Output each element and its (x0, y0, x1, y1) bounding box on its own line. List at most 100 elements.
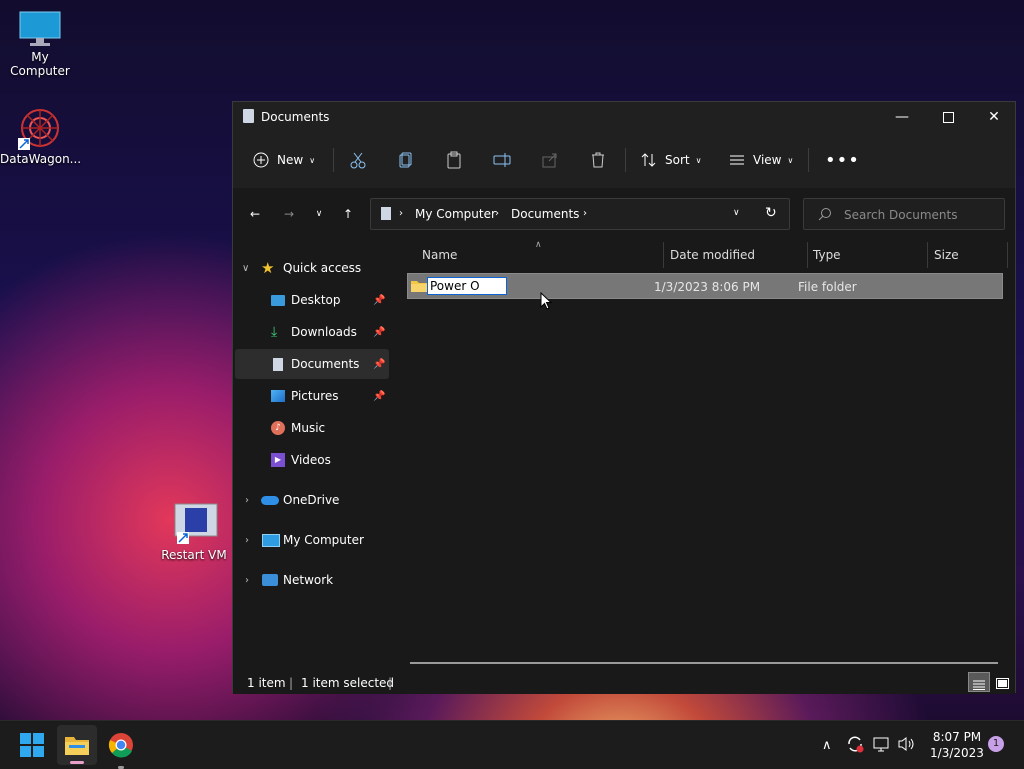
column-header-type[interactable]: Type (813, 240, 841, 270)
status-bar: 1 item | 1 item selected | (233, 670, 1015, 694)
close-button[interactable]: ✕ (971, 102, 1017, 132)
ellipsis-icon: ••• (825, 149, 860, 171)
navigation-bar: ← → ∨ ↑ › My Computer › Documents › ∨ ↻ … (233, 188, 1015, 240)
column-divider[interactable] (663, 242, 664, 268)
sidebar-item-label: Network (283, 573, 334, 587)
music-icon: ♪ (271, 421, 285, 435)
document-icon (381, 207, 391, 220)
refresh-icon[interactable]: ↻ (765, 205, 777, 221)
pin-icon[interactable]: 📌 (373, 327, 385, 338)
sidebar-item-label: Music (291, 421, 326, 435)
column-divider[interactable] (1007, 242, 1008, 268)
address-history-chevron-icon[interactable]: ∨ (733, 208, 740, 218)
sort-button[interactable]: Sort ∨ (641, 132, 701, 188)
sort-icon (641, 152, 657, 168)
paste-button[interactable] (445, 132, 463, 188)
sidebar-item-desktop[interactable]: Desktop 📌 (233, 285, 387, 315)
sidebar-item-my-computer[interactable]: › My Computer (233, 525, 387, 555)
sidebar-item-videos[interactable]: ▶ Videos (233, 445, 387, 475)
toolbar-divider (625, 148, 626, 172)
taskbar-chrome[interactable] (108, 732, 134, 769)
breadcrumb-separator-icon: › (399, 208, 403, 219)
sidebar-item-label: Downloads (291, 325, 357, 339)
file-list: ∧ Name Date modified Type Size Power O 1… (390, 240, 1015, 670)
clock-time: 8:07 PM (932, 730, 982, 744)
sync-status-button[interactable] (846, 721, 864, 769)
desktop-icon-my-computer[interactable]: My Computer (0, 10, 80, 78)
chevron-down-icon: ∨ (315, 209, 323, 219)
maximize-icon (942, 111, 954, 123)
pin-icon[interactable]: 📌 (373, 295, 385, 306)
document-icon (273, 357, 283, 371)
title-bar[interactable]: Documents — ✕ (233, 102, 1015, 132)
delete-button[interactable] (589, 132, 607, 188)
new-label: New (277, 153, 304, 167)
show-hidden-icons-button[interactable]: ∧ (822, 721, 832, 769)
restart-vm-icon (169, 502, 219, 546)
monitor-icon (18, 10, 62, 48)
desktop-icon-datawagon[interactable]: DataWagon... (0, 106, 81, 166)
maximize-button[interactable] (925, 102, 971, 132)
column-header-name[interactable]: Name (422, 240, 457, 270)
rename-button[interactable] (493, 132, 511, 188)
notification-badge[interactable]: 1 (988, 736, 1004, 752)
breadcrumb-documents[interactable]: Documents (511, 207, 579, 221)
column-divider[interactable] (927, 242, 928, 268)
datawagon-logo-icon (16, 106, 64, 150)
document-icon (243, 109, 254, 123)
copy-button[interactable] (397, 132, 415, 188)
forward-button[interactable]: → (277, 203, 301, 225)
pin-icon[interactable]: 📌 (373, 359, 385, 370)
breadcrumb-separator-icon: › (583, 208, 587, 219)
tiles-view-button[interactable] (991, 672, 1013, 692)
clock-date: 1/3/2023 (930, 746, 984, 760)
network-monitor-icon (873, 736, 891, 755)
new-button[interactable]: New ∨ (253, 132, 315, 188)
more-options-button[interactable]: ••• (825, 132, 860, 188)
cut-button[interactable] (349, 132, 367, 188)
horizontal-scrollbar[interactable] (410, 662, 998, 664)
sidebar-item-pictures[interactable]: Pictures 📌 (233, 381, 387, 411)
windows-logo-icon (20, 733, 44, 760)
sidebar-item-quick-access[interactable]: ∨ ★ Quick access (233, 253, 387, 283)
taskbar-file-explorer[interactable] (57, 725, 97, 765)
minimize-icon: — (895, 109, 909, 125)
arrow-right-icon: → (283, 207, 295, 221)
column-divider[interactable] (807, 242, 808, 268)
type-cell: File folder (798, 280, 857, 294)
address-bar[interactable]: › My Computer › Documents › ∨ ↻ (370, 198, 790, 230)
pin-icon[interactable]: 📌 (373, 391, 385, 402)
share-button[interactable] (541, 132, 559, 188)
sidebar-item-music[interactable]: ♪ Music (233, 413, 387, 443)
sidebar-item-label: Quick access (283, 261, 362, 275)
rename-input[interactable]: Power O (427, 277, 507, 295)
status-divider: | (388, 676, 393, 690)
details-view-button[interactable] (968, 672, 990, 692)
sidebar-item-onedrive[interactable]: › OneDrive (233, 485, 387, 515)
minimize-button[interactable]: — (879, 102, 925, 132)
start-button[interactable] (20, 733, 44, 760)
star-icon: ★ (261, 259, 275, 277)
desktop-icon-restart-vm[interactable]: Restart VM (154, 502, 234, 562)
recent-locations-button[interactable]: ∨ (307, 203, 331, 225)
up-button[interactable]: ↑ (336, 203, 360, 225)
breadcrumb-my-computer[interactable]: My Computer (415, 207, 496, 221)
sidebar-item-label: My Computer (283, 533, 364, 547)
column-header-date-modified[interactable]: Date modified (670, 240, 755, 270)
sidebar-item-network[interactable]: › Network (233, 565, 387, 595)
share-icon (541, 151, 559, 169)
sidebar-item-documents[interactable]: Documents 📌 (235, 349, 389, 379)
chevron-down-icon: ∨ (787, 155, 794, 165)
volume-button[interactable] (898, 721, 916, 769)
back-button[interactable]: ← (243, 203, 267, 225)
search-placeholder: Search Documents (844, 208, 958, 222)
column-header-size[interactable]: Size (934, 240, 959, 270)
clock[interactable]: 8:07 PM 1/3/2023 (930, 729, 984, 761)
network-status-button[interactable] (873, 721, 891, 769)
table-row[interactable]: Power O 1/3/2023 8:06 PM File folder (407, 273, 1003, 299)
sidebar-item-downloads[interactable]: ⤓ Downloads 📌 (233, 317, 387, 347)
window-title: Documents (261, 110, 330, 124)
close-icon: ✕ (988, 109, 1000, 125)
search-box[interactable]: Search Documents (803, 198, 1005, 230)
view-button[interactable]: View ∨ (729, 132, 793, 188)
